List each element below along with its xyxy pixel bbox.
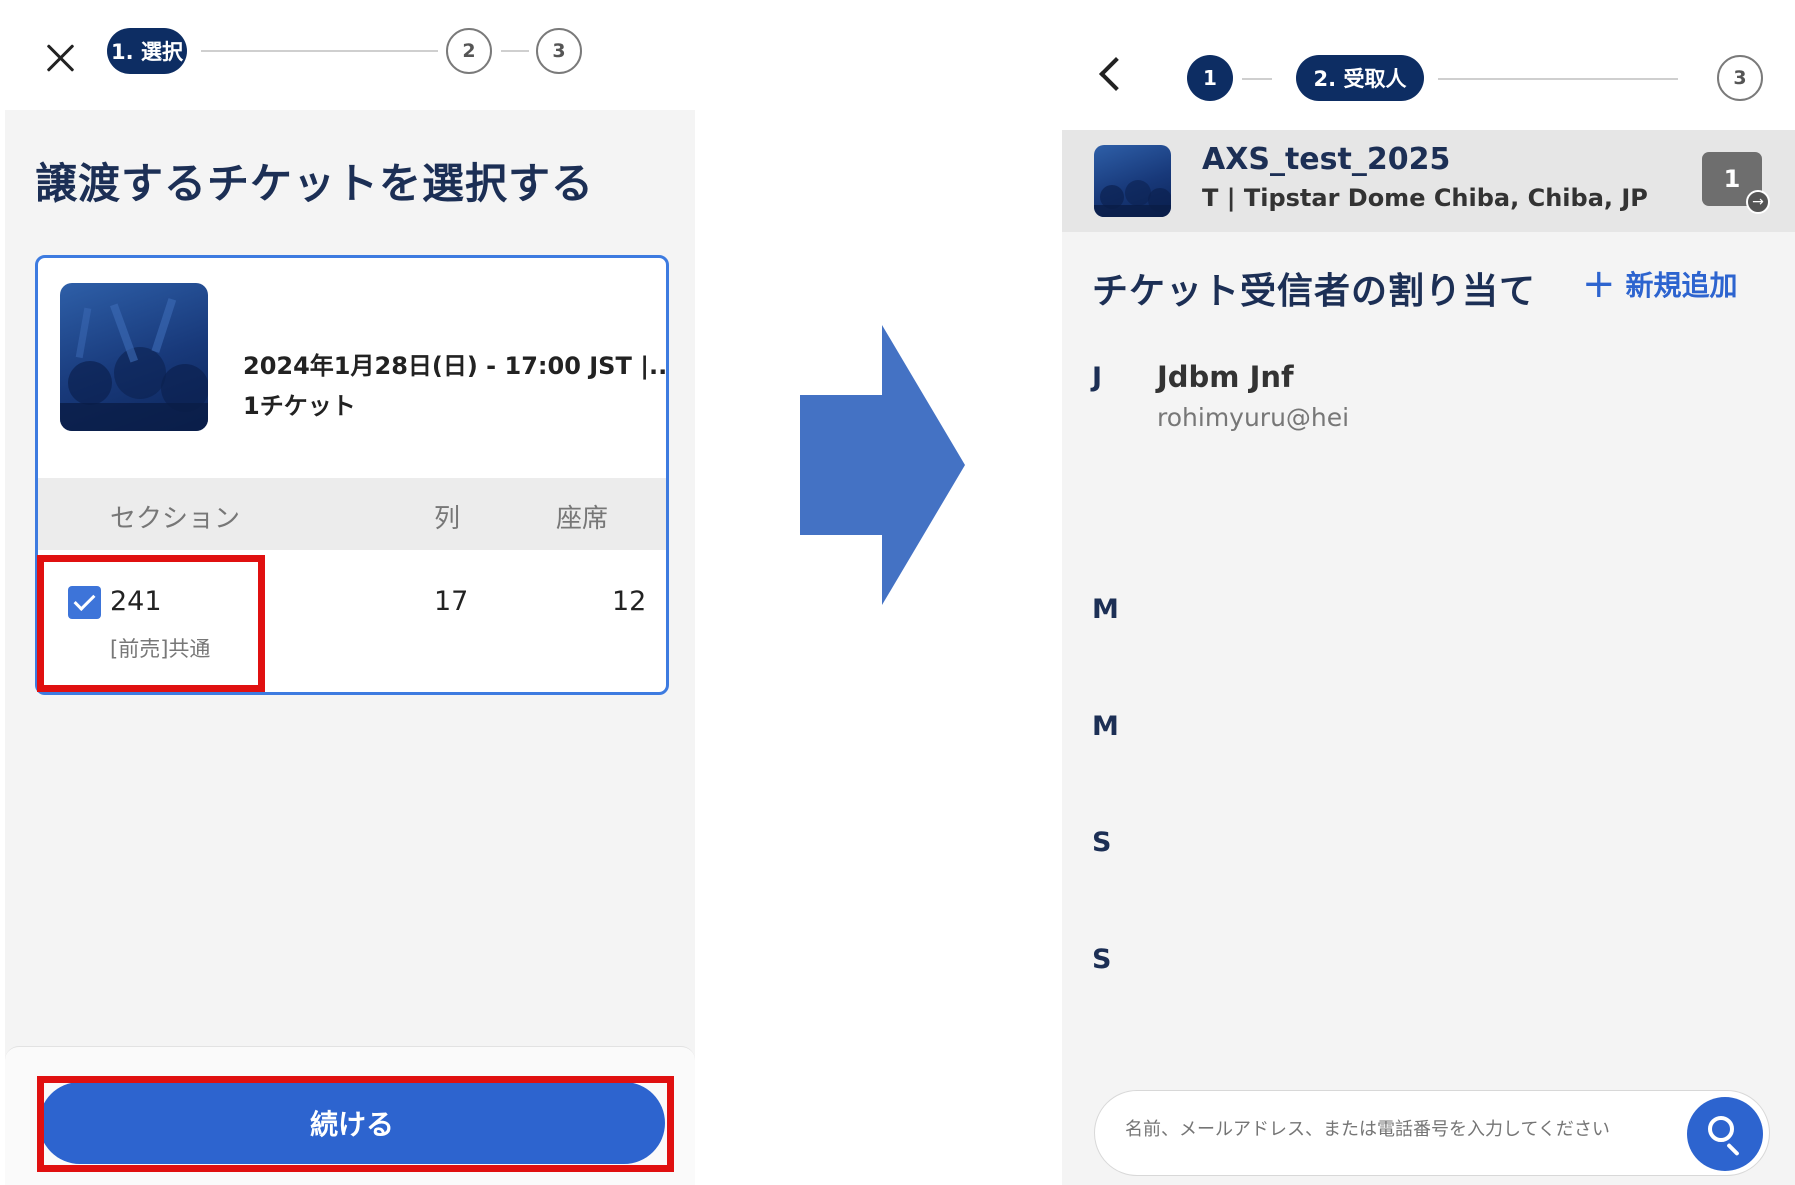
assign-recipients-title: チケット受信者の割り当て — [1092, 271, 1537, 312]
tutorial-screenshot: 1. 選択 2 3 譲渡するチケットを選択する 2024年1月28日(日) - … — [0, 0, 1795, 1185]
event-header: AXS_test_2025 T | Tipstar Dome Chiba, Ch… — [1062, 130, 1795, 232]
close-icon[interactable] — [41, 38, 81, 78]
step-2-active: 2. 受取人 — [1296, 55, 1424, 101]
event-thumbnail — [60, 283, 208, 431]
transfer-arrow-icon: → — [1746, 190, 1770, 214]
step-2: 2 — [446, 28, 492, 74]
contact-group-letter: S — [1092, 827, 1112, 858]
step-connector — [501, 50, 529, 52]
recipient-screen: 1 2. 受取人 3 AXS_test_2025 T | Tipstar Dom… — [1062, 0, 1795, 1185]
back-icon[interactable] — [1099, 57, 1133, 91]
page-title: 譲渡するチケットを選択する — [35, 159, 595, 208]
step-connector — [1242, 78, 1272, 80]
contact-group-letter: M — [1092, 594, 1119, 625]
add-new-button[interactable]: + 新規追加 — [1582, 264, 1738, 304]
contact-group-letter: J — [1092, 362, 1103, 393]
highlight-box — [37, 555, 265, 692]
stepper-bar: 1. 選択 2 3 — [5, 0, 695, 110]
contact-group-letter: S — [1092, 944, 1112, 975]
step-1-complete: 1 — [1187, 55, 1233, 101]
table-header: セクション 列 座席 — [38, 478, 666, 550]
header-seat: 座席 — [556, 504, 609, 534]
search-button[interactable] — [1687, 1097, 1763, 1171]
plus-icon: + — [1582, 261, 1616, 307]
step-1-active: 1. 選択 — [107, 28, 187, 74]
stepper-bar: 1 2. 受取人 3 — [1062, 0, 1795, 130]
seat-value: 12 — [612, 586, 647, 617]
contact-name: Jdbm Jnf — [1157, 360, 1294, 394]
header-section: セクション — [110, 504, 241, 534]
crowd-image — [60, 298, 208, 431]
event-name: AXS_test_2025 — [1202, 142, 1451, 177]
add-new-label: 新規追加 — [1625, 269, 1738, 302]
select-ticket-screen: 1. 選択 2 3 譲渡するチケットを選択する 2024年1月28日(日) - … — [5, 0, 695, 1185]
step-connector — [1438, 78, 1678, 80]
search-input[interactable] — [1125, 1119, 1655, 1140]
step-3: 3 — [1717, 55, 1763, 101]
event-thumbnail — [1094, 145, 1171, 217]
search-icon — [1708, 1116, 1734, 1142]
highlight-box — [37, 1076, 674, 1172]
ticket-quantity: 1チケット — [243, 392, 356, 420]
event-venue: T | Tipstar Dome Chiba, Chiba, JP — [1202, 184, 1648, 212]
row-value: 17 — [434, 586, 469, 617]
step-connector — [201, 50, 438, 52]
event-date: 2024年1月28日(日) - 17:00 JST |... — [243, 352, 669, 380]
step-3: 3 — [536, 28, 582, 74]
search-box — [1094, 1090, 1770, 1176]
contact-group-letter: M — [1092, 711, 1119, 742]
header-row: 列 — [434, 504, 461, 534]
contact-email: rohimyuru@hei — [1157, 403, 1350, 432]
crowd-image — [1094, 180, 1171, 217]
arrow-right-icon — [800, 325, 965, 605]
